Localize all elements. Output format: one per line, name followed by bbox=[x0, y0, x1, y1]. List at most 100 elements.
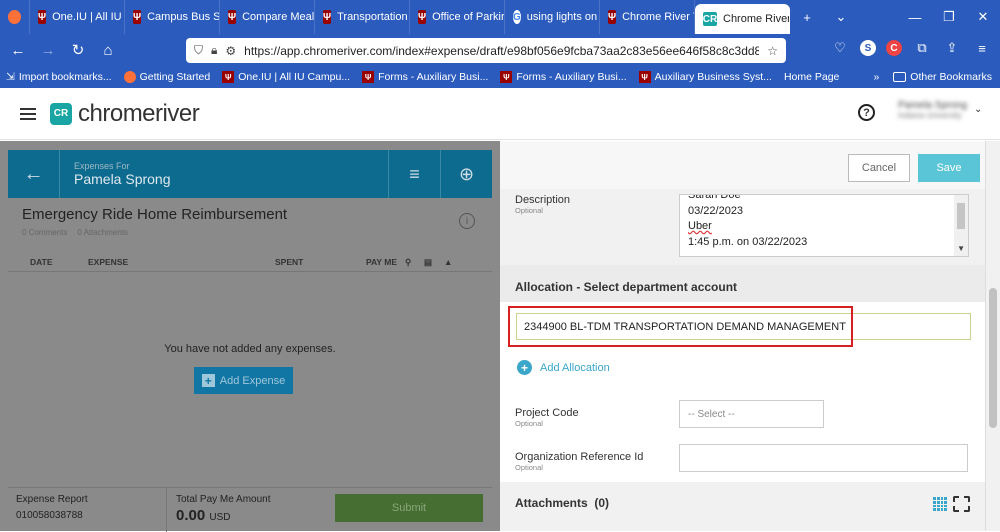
textarea-scrollbar[interactable]: ▼ bbox=[954, 195, 968, 257]
page-scrollbar[interactable] bbox=[985, 141, 1000, 531]
expense-report-id: Expense Report 010058038788 bbox=[16, 494, 88, 521]
lock-icon[interactable]: 🔒︎ bbox=[211, 43, 217, 58]
tab-7[interactable]: Ψ Chrome River T bbox=[600, 0, 695, 34]
menu-icon[interactable]: ≡ bbox=[972, 38, 992, 58]
tab-4[interactable]: Ψ Transportation bbox=[315, 0, 410, 34]
comments-count[interactable]: 0 Comments bbox=[22, 228, 67, 237]
bookmark-home-page[interactable]: Home Page bbox=[784, 71, 839, 83]
highlight-annotation bbox=[508, 306, 853, 347]
bookmark-aux-business[interactable]: Ψ Auxiliary Business Syst... bbox=[638, 71, 772, 83]
total-pay-me: Total Pay Me Amount 0.00 USD bbox=[176, 494, 271, 524]
expense-report-panel: ← Expenses For Pamela Sprong ≡ ⊕ Emergen… bbox=[0, 141, 500, 532]
google-icon: G bbox=[513, 10, 521, 24]
chromeriver-logo-icon: CR bbox=[50, 102, 72, 125]
sort-icon[interactable]: ≡ bbox=[388, 150, 440, 198]
reload-icon[interactable]: ↻ bbox=[68, 41, 88, 59]
iu-trident-icon: Ψ bbox=[500, 71, 513, 83]
scroll-down-arrow-icon[interactable]: ▼ bbox=[957, 241, 965, 257]
iu-trident-icon: Ψ bbox=[323, 10, 332, 24]
info-icon[interactable]: i bbox=[459, 213, 475, 229]
bookmark-forms-1[interactable]: Ψ Forms - Auxiliary Busi... bbox=[362, 71, 488, 83]
bookmark-one-iu[interactable]: Ψ One.IU | All IU Campu... bbox=[222, 71, 350, 83]
home-icon[interactable]: ⌂ bbox=[98, 42, 118, 59]
org-ref-label: Organization Reference Id Optional bbox=[515, 451, 644, 472]
empty-message: You have not added any expenses. bbox=[164, 343, 336, 355]
report-card: ← Expenses For Pamela Sprong ≡ ⊕ Emergen… bbox=[8, 150, 492, 532]
shield-icon[interactable]: ⛉ bbox=[194, 43, 203, 58]
toolbar-extensions: ♡ S C ⧉ ⇪ ≡ bbox=[830, 38, 992, 58]
add-circle-icon[interactable]: ⊕ bbox=[440, 150, 492, 198]
expenses-for: Expenses For Pamela Sprong bbox=[74, 161, 171, 187]
report-header: ← Expenses For Pamela Sprong ≡ ⊕ bbox=[8, 150, 492, 198]
bookmark-import[interactable]: ⇲ Import bookmarks... bbox=[6, 71, 112, 83]
iu-trident-icon: Ψ bbox=[638, 71, 651, 83]
grid-view-icon[interactable] bbox=[933, 497, 947, 511]
col-expense: EXPENSE bbox=[88, 257, 129, 267]
hamburger-menu-icon[interactable] bbox=[20, 107, 36, 120]
back-arrow-icon[interactable]: ← bbox=[8, 42, 28, 59]
project-code-select[interactable]: -- Select -- bbox=[679, 400, 824, 428]
paperclip-icon: ⚲ bbox=[405, 257, 412, 267]
cancel-button[interactable]: Cancel bbox=[848, 154, 910, 182]
firefox-icon bbox=[8, 10, 21, 24]
help-icon[interactable]: ? bbox=[858, 104, 875, 121]
tab-2[interactable]: Ψ Campus Bus Se bbox=[125, 0, 220, 34]
iu-trident-icon: Ψ bbox=[362, 71, 375, 83]
scan-icon[interactable] bbox=[953, 496, 970, 512]
tab-3[interactable]: Ψ Compare Meal bbox=[220, 0, 315, 34]
folder-icon bbox=[893, 72, 907, 82]
plus-circle-icon: + bbox=[517, 360, 532, 375]
description-label: Description Optional bbox=[515, 194, 571, 215]
other-bookmarks[interactable]: Other Bookmarks bbox=[893, 71, 992, 83]
add-expense-button[interactable]: + Add Expense bbox=[194, 367, 293, 394]
user-menu[interactable]: Pamela Sprong Indiana University bbox=[898, 100, 967, 120]
iu-trident-icon: Ψ bbox=[608, 10, 617, 24]
extensions-puzzle-icon[interactable]: ⧉ bbox=[912, 38, 932, 58]
permissions-icon[interactable]: ⚙ bbox=[225, 44, 236, 58]
back-arrow-icon[interactable]: ← bbox=[8, 150, 60, 198]
org-ref-input[interactable] bbox=[679, 444, 968, 472]
allocation-title: Allocation - Select department account bbox=[515, 280, 738, 294]
tab-6[interactable]: Gusing lights on bbox=[505, 0, 600, 34]
bookmark-forms-2[interactable]: Ψ Forms - Auxiliary Busi... bbox=[500, 71, 627, 83]
add-allocation-button[interactable]: + Add Allocation bbox=[517, 360, 610, 375]
iu-trident-icon: Ψ bbox=[222, 71, 235, 83]
url-text[interactable]: https://app.chromeriver.com/index#expens… bbox=[244, 44, 759, 58]
attachments-count[interactable]: 0 Attachments bbox=[77, 228, 128, 237]
firefox-icon bbox=[123, 71, 136, 83]
new-tab-button[interactable]: + bbox=[790, 10, 824, 25]
share-icon[interactable]: ⇪ bbox=[942, 38, 962, 58]
user-chevron-down-icon[interactable]: ⌄ bbox=[974, 104, 982, 115]
description-textarea[interactable]: Sarah Doe 03/22/2023 Uber 1:45 p.m. on 0… bbox=[679, 194, 969, 257]
close-window-button[interactable]: ✕ bbox=[966, 9, 1000, 25]
attachments-title: Attachments (0) bbox=[515, 496, 610, 510]
import-icon: ⇲ bbox=[6, 71, 15, 83]
more-bookmarks-chevron-icon[interactable]: » bbox=[873, 71, 879, 83]
tab-5[interactable]: Ψ Office of Parkir bbox=[410, 0, 505, 34]
col-pay-me: PAY ME bbox=[366, 257, 398, 267]
tab-active[interactable]: CRChrome River✕ bbox=[695, 4, 790, 34]
user-name: Pamela Sprong bbox=[898, 100, 967, 111]
browser-tab-bar: Ψ One.IU | All IU Ψ Campus Bus Se Ψ Compare… bbox=[0, 0, 1000, 34]
address-bar[interactable]: ⛉ 🔒︎ ⚙ https://app.chromeriver.com/index… bbox=[186, 38, 786, 63]
tab-list-chevron-icon[interactable]: ⌄ bbox=[824, 9, 858, 25]
col-date: DATE bbox=[30, 257, 53, 267]
minimize-button[interactable]: — bbox=[898, 10, 932, 25]
forward-arrow-icon[interactable]: → bbox=[38, 42, 58, 59]
iu-trident-icon: Ψ bbox=[38, 10, 47, 24]
extension-s-icon[interactable]: S bbox=[860, 40, 876, 56]
restore-button[interactable]: ❐ bbox=[932, 9, 966, 25]
col-spent: SPENT bbox=[275, 257, 304, 267]
bookmark-getting-started[interactable]: Getting Started bbox=[123, 71, 210, 83]
iu-trident-icon: Ψ bbox=[418, 10, 427, 24]
app-header: CR chromeriver bbox=[0, 88, 1000, 140]
firefox-menu[interactable] bbox=[0, 0, 30, 34]
iu-trident-icon: Ψ bbox=[228, 10, 237, 24]
project-code-label: Project Code Optional bbox=[515, 407, 579, 428]
extension-c-icon[interactable]: C bbox=[886, 40, 902, 56]
pocket-icon[interactable]: ♡ bbox=[830, 38, 850, 58]
tab-1[interactable]: Ψ One.IU | All IU bbox=[30, 0, 125, 34]
submit-button[interactable]: Submit bbox=[335, 494, 483, 522]
save-button[interactable]: Save bbox=[918, 154, 980, 182]
bookmark-star-icon[interactable]: ☆ bbox=[767, 44, 778, 58]
